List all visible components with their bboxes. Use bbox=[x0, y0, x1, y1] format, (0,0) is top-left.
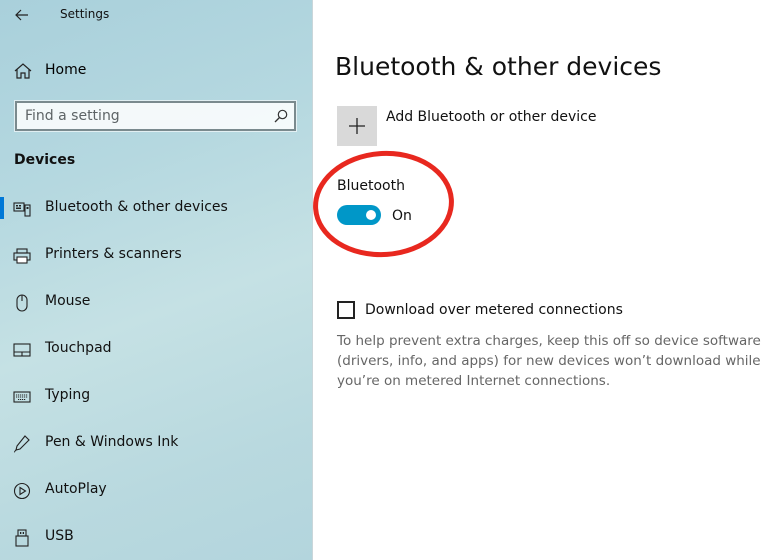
mouse-icon bbox=[13, 294, 31, 312]
sidebar: Settings Home Devices bbox=[0, 0, 313, 560]
sidebar-item-mouse[interactable]: Mouse bbox=[0, 284, 313, 320]
pen-icon bbox=[13, 435, 31, 453]
metered-checkbox[interactable] bbox=[337, 301, 355, 319]
search-icon[interactable] bbox=[274, 108, 288, 127]
add-device-label: Add Bluetooth or other device bbox=[386, 109, 597, 125]
search-input[interactable] bbox=[25, 107, 265, 125]
back-button[interactable] bbox=[12, 6, 32, 24]
add-tile[interactable] bbox=[337, 106, 377, 146]
title-bar: Settings bbox=[0, 0, 313, 32]
sidebar-item-label: Bluetooth & other devices bbox=[45, 199, 228, 215]
metered-help-text: To help prevent extra charges, keep this… bbox=[337, 333, 761, 389]
sidebar-item-label: Mouse bbox=[45, 293, 91, 309]
metered-label[interactable]: Download over metered connections bbox=[365, 302, 623, 318]
sidebar-item-pen[interactable]: Pen & Windows Ink bbox=[0, 425, 313, 461]
sidebar-item-label: Pen & Windows Ink bbox=[45, 434, 179, 450]
sidebar-item-printers[interactable]: Printers & scanners bbox=[0, 237, 313, 273]
printer-icon bbox=[13, 247, 31, 265]
sidebar-item-home[interactable]: Home bbox=[0, 55, 313, 87]
back-arrow-icon bbox=[15, 9, 28, 21]
sidebar-item-typing[interactable]: Typing bbox=[0, 378, 313, 414]
sidebar-item-label: Home bbox=[45, 62, 87, 78]
sidebar-item-label: Touchpad bbox=[45, 340, 112, 356]
page-title: Bluetooth & other devices bbox=[335, 52, 662, 81]
main-content: Bluetooth & other devices Add Bluetooth … bbox=[314, 0, 782, 560]
sidebar-item-usb[interactable]: USB bbox=[0, 519, 313, 555]
keyboard-icon bbox=[13, 388, 31, 406]
autoplay-icon bbox=[13, 482, 31, 500]
plus-icon bbox=[349, 118, 365, 134]
sidebar-item-label: Typing bbox=[45, 387, 91, 403]
sidebar-item-label: Printers & scanners bbox=[45, 246, 182, 262]
section-heading: Devices bbox=[14, 152, 76, 168]
bluetooth-devices-icon bbox=[13, 200, 31, 218]
search-box[interactable] bbox=[14, 100, 297, 132]
settings-window: Settings Home Devices bbox=[0, 0, 782, 560]
window-title: Settings bbox=[60, 7, 110, 21]
home-icon bbox=[14, 63, 32, 83]
sidebar-item-bluetooth[interactable]: Bluetooth & other devices bbox=[0, 190, 313, 226]
sidebar-item-autoplay[interactable]: AutoPlay bbox=[0, 472, 313, 508]
usb-icon bbox=[13, 529, 31, 547]
sidebar-item-label: AutoPlay bbox=[45, 481, 107, 497]
sidebar-item-touchpad[interactable]: Touchpad bbox=[0, 331, 313, 367]
sidebar-item-label: USB bbox=[45, 528, 74, 544]
touchpad-icon bbox=[13, 341, 31, 359]
